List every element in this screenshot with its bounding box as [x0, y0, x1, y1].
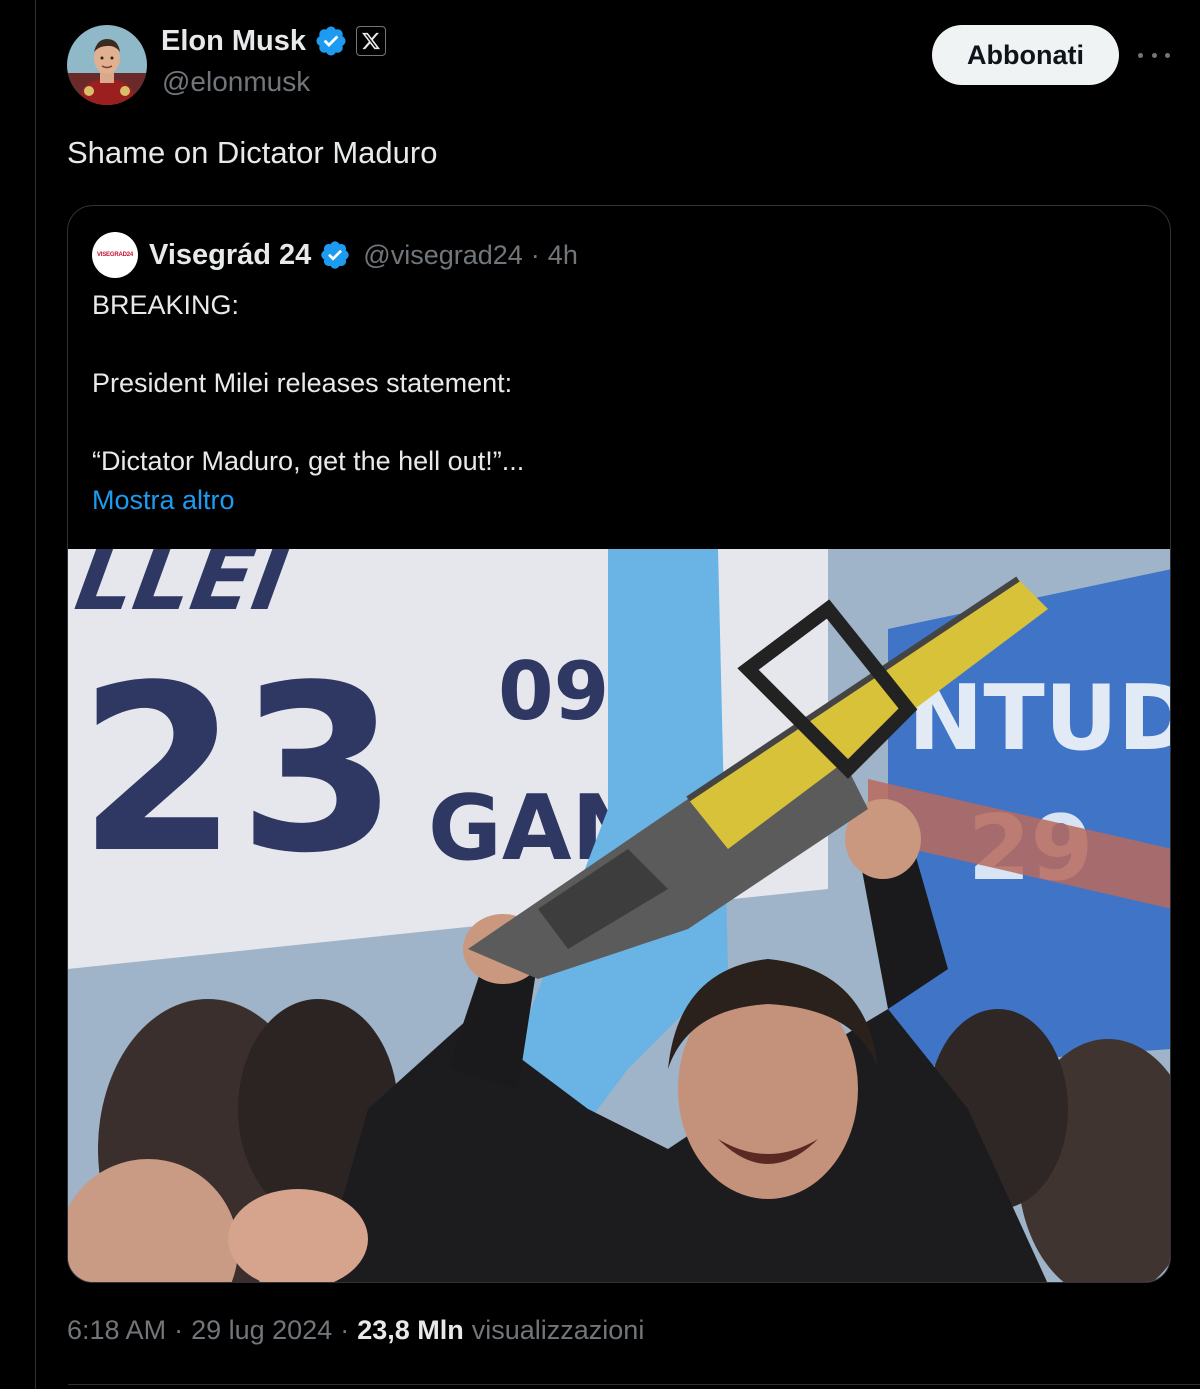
tweet-timestamp[interactable]: 6:18 AM: [67, 1315, 166, 1346]
more-dot: [1165, 52, 1170, 58]
meta-separator: ·: [340, 1315, 350, 1345]
quoted-tweet-card[interactable]: VISEGRAD24 Visegrád 24 @visegrad24 · 4h …: [67, 205, 1171, 1283]
more-dot: [1151, 52, 1157, 58]
author-name-row: Elon Musk: [161, 24, 387, 58]
photo-icon[interactable]: 23 LLEI 09 GAN NTUD 29: [68, 549, 1171, 1283]
quoted-author-name[interactable]: Visegrád 24: [149, 239, 311, 272]
quoted-author-logo-text: VISEGRAD24: [96, 252, 133, 258]
quoted-tweet-time[interactable]: 4h: [548, 240, 578, 271]
author-handle[interactable]: @elonmusk: [162, 66, 310, 98]
x-logo-icon[interactable]: [356, 26, 387, 56]
quoted-tweet-header: VISEGRAD24 Visegrád 24 @visegrad24 · 4h: [92, 232, 578, 278]
views-count[interactable]: 23,8 Mln: [357, 1315, 464, 1346]
quoted-author-handle[interactable]: @visegrad24: [363, 240, 523, 271]
quoted-tweet-text: BREAKING: President Milei releases state…: [92, 286, 1142, 520]
verified-badge-icon[interactable]: [319, 239, 351, 271]
meta-separator: ·: [530, 239, 540, 270]
views-label: visualizzazioni: [471, 1315, 645, 1345]
more-horizontal-icon[interactable]: [1138, 40, 1170, 70]
quoted-line: BREAKING:: [92, 290, 240, 320]
svg-text:09: 09: [498, 645, 609, 738]
quoted-line: “Dictator Maduro, get the hell out!”...: [92, 446, 525, 476]
svg-text:23: 23: [78, 637, 398, 904]
quoted-line: President Milei releases statement:: [92, 368, 513, 398]
author-avatar[interactable]: [67, 25, 147, 105]
author-name[interactable]: Elon Musk: [161, 25, 306, 58]
quoted-author-avatar[interactable]: VISEGRAD24: [92, 232, 138, 278]
avatar-image: [67, 25, 147, 105]
show-more-link[interactable]: Mostra altro: [92, 481, 1142, 520]
timeline-left-border: [35, 0, 36, 1389]
more-dot: [1138, 52, 1143, 58]
bottom-divider: [68, 1384, 1200, 1385]
verified-badge-icon[interactable]: [314, 24, 348, 58]
tweet-date[interactable]: 29 lug 2024: [191, 1315, 332, 1346]
meta-separator: ·: [174, 1315, 184, 1345]
svg-text:LLEI: LLEI: [68, 549, 306, 630]
tweet-footer: 6:18 AM · 29 lug 2024 · 23,8 Mln visuali…: [67, 1315, 644, 1346]
tweet-text: Shame on Dictator Maduro: [67, 135, 438, 170]
follow-button[interactable]: Abbonati: [932, 25, 1119, 85]
x-logo-glyph: [362, 32, 381, 50]
